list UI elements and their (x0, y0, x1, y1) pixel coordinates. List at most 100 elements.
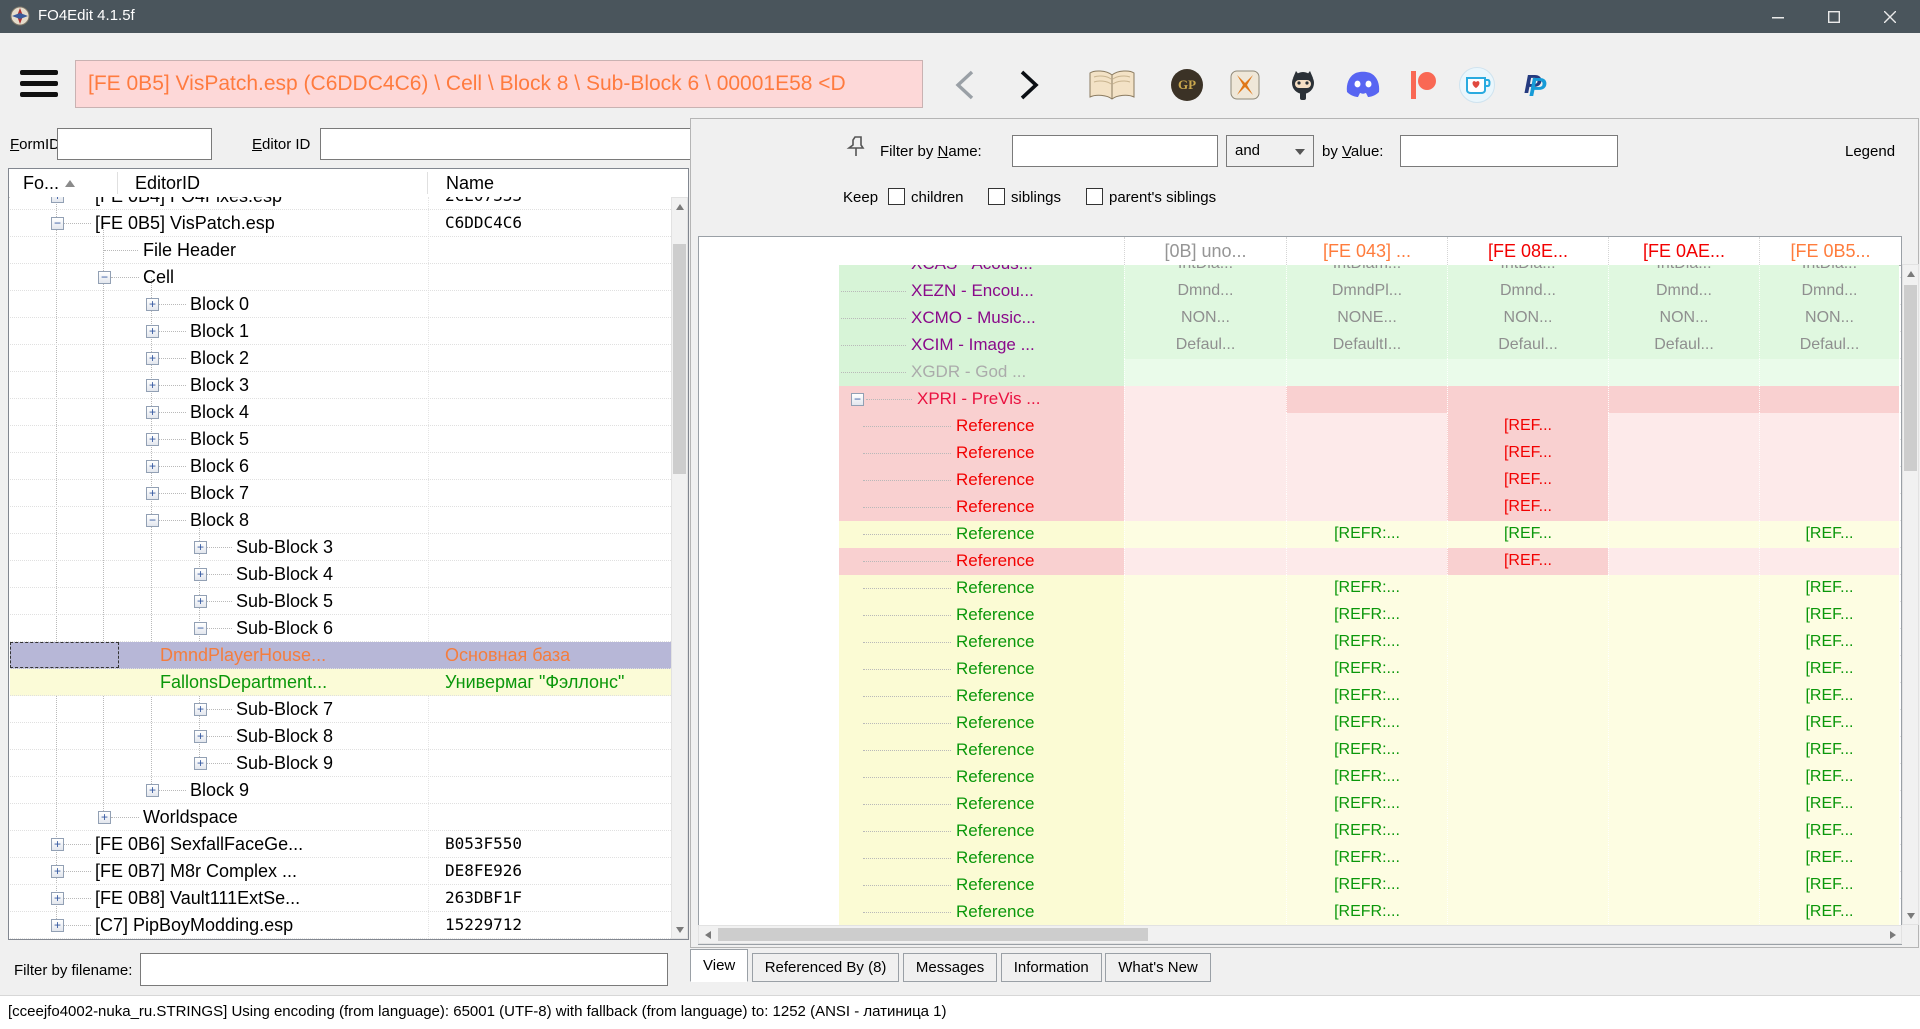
table-value-cell[interactable]: IntDia... (1608, 265, 1759, 278)
expand-icon[interactable]: + (146, 784, 159, 797)
expand-icon[interactable]: + (146, 298, 159, 311)
table-value-cell[interactable]: [REF... (1759, 818, 1899, 845)
table-value-cell[interactable] (1447, 899, 1608, 926)
table-value-cell[interactable]: [REF... (1447, 467, 1608, 494)
plugin-column-header[interactable]: [FE 043] ... (1286, 237, 1447, 265)
table-row[interactable]: Reference[REF... (699, 413, 1901, 440)
table-value-cell[interactable]: Defaul... (1759, 332, 1899, 359)
table-value-cell[interactable]: [REF... (1759, 899, 1899, 926)
tree-row[interactable]: +[FE 0B7] M8r Complex ...DE8FE926 (10, 858, 671, 885)
tree-row[interactable]: +Sub-Block 8 (10, 723, 671, 750)
table-value-cell[interactable]: [REFR:... (1286, 602, 1447, 629)
collapse-icon[interactable]: − (851, 393, 864, 406)
table-value-cell[interactable]: IntDia... (1447, 265, 1608, 278)
table-value-cell[interactable]: [REF... (1447, 440, 1608, 467)
table-value-cell[interactable] (1608, 386, 1759, 413)
keep-siblings-checkbox[interactable] (988, 188, 1005, 205)
expand-icon[interactable]: + (51, 892, 64, 905)
collapse-icon[interactable]: − (146, 514, 159, 527)
github-icon[interactable] (1284, 67, 1322, 103)
expand-icon[interactable]: + (146, 487, 159, 500)
tree-row[interactable]: +Block 7 (10, 480, 671, 507)
tree-row[interactable]: +Sub-Block 9 (10, 750, 671, 777)
table-value-cell[interactable] (1608, 575, 1759, 602)
table-value-cell[interactable] (1447, 710, 1608, 737)
table-value-cell[interactable] (1447, 602, 1608, 629)
tree-row[interactable]: DmndPlayerHouse...Основная база (10, 642, 671, 669)
table-value-cell[interactable] (1124, 737, 1286, 764)
table-value-cell[interactable] (1608, 521, 1759, 548)
table-value-cell[interactable] (1286, 386, 1447, 413)
table-value-cell[interactable]: NON... (1124, 305, 1286, 332)
table-value-cell[interactable] (1286, 548, 1447, 575)
expand-icon[interactable]: + (194, 730, 207, 743)
table-value-cell[interactable]: Dmnd... (1759, 278, 1899, 305)
table-value-cell[interactable] (1124, 602, 1286, 629)
table-row[interactable]: Reference[REFR:...[REF... (699, 818, 1901, 845)
keep-parents-siblings-checkbox[interactable] (1086, 188, 1103, 205)
tree-row[interactable]: +Block 4 (10, 399, 671, 426)
table-value-cell[interactable] (1608, 872, 1759, 899)
table-value-cell[interactable] (1286, 494, 1447, 521)
column-editorid[interactable]: EditorID (135, 173, 200, 194)
expand-icon[interactable]: + (98, 811, 111, 824)
table-value-cell[interactable] (1286, 413, 1447, 440)
table-row[interactable]: Reference[REF... (699, 440, 1901, 467)
legend-link[interactable]: Legend (1845, 143, 1895, 160)
table-value-cell[interactable] (1124, 899, 1286, 926)
table-row[interactable]: −XPRI - PreVis ... (699, 386, 1901, 413)
table-value-cell[interactable] (1608, 683, 1759, 710)
table-value-cell[interactable]: [REF... (1447, 494, 1608, 521)
table-value-cell[interactable]: [REFR:... (1286, 899, 1447, 926)
collapse-icon[interactable]: − (51, 217, 64, 230)
table-value-cell[interactable]: [REF... (1759, 602, 1899, 629)
table-value-cell[interactable] (1759, 467, 1899, 494)
table-value-cell[interactable] (1447, 575, 1608, 602)
table-row[interactable]: Reference[REFR:...[REF... (699, 629, 1901, 656)
table-value-cell[interactable] (1124, 710, 1286, 737)
table-row[interactable]: XCMO - Music...NON...NONE...NON...NON...… (699, 305, 1901, 332)
table-value-cell[interactable]: [REFR:... (1286, 710, 1447, 737)
table-value-cell[interactable]: [REFR:... (1286, 845, 1447, 872)
table-value-cell[interactable] (1124, 872, 1286, 899)
table-value-cell[interactable] (1447, 791, 1608, 818)
table-value-cell[interactable] (1447, 872, 1608, 899)
discord-icon[interactable] (1344, 67, 1382, 103)
table-value-cell[interactable] (1124, 413, 1286, 440)
table-row[interactable]: Reference[REFR:...[REF... (699, 575, 1901, 602)
table-value-cell[interactable]: IntDia... (1759, 265, 1899, 278)
table-value-cell[interactable] (1759, 359, 1899, 386)
table-horizontal-scrollbar[interactable] (698, 925, 1902, 944)
table-value-cell[interactable]: [REFR:... (1286, 575, 1447, 602)
table-row[interactable]: Reference[REFR:...[REF... (699, 845, 1901, 872)
expand-icon[interactable]: + (194, 757, 207, 770)
close-button[interactable] (1862, 0, 1918, 33)
table-value-cell[interactable]: [REF... (1759, 683, 1899, 710)
table-value-cell[interactable]: [REFR:... (1286, 656, 1447, 683)
tab-whats-new[interactable]: What's New (1105, 953, 1211, 982)
table-value-cell[interactable]: [REFR:... (1286, 521, 1447, 548)
expand-icon[interactable]: + (194, 703, 207, 716)
table-value-cell[interactable]: [REF... (1447, 521, 1608, 548)
table-value-cell[interactable]: [REFR:... (1286, 791, 1447, 818)
table-value-cell[interactable]: DmndPl... (1286, 278, 1447, 305)
manual-book-icon[interactable] (1086, 67, 1138, 103)
expand-icon[interactable]: + (146, 460, 159, 473)
gamerpoets-icon[interactable]: GP (1168, 67, 1206, 103)
table-value-cell[interactable]: [REF... (1759, 575, 1899, 602)
table-value-cell[interactable] (1608, 710, 1759, 737)
table-value-cell[interactable] (1124, 548, 1286, 575)
table-value-cell[interactable] (1759, 494, 1899, 521)
expand-icon[interactable]: + (51, 197, 64, 203)
table-value-cell[interactable] (1447, 818, 1608, 845)
tab-information[interactable]: Information (1001, 953, 1102, 982)
table-value-cell[interactable] (1447, 386, 1608, 413)
table-value-cell[interactable] (1447, 737, 1608, 764)
expand-icon[interactable]: + (51, 865, 64, 878)
table-row[interactable]: XEZN - Encou...Dmnd...DmndPl...Dmnd...Dm… (699, 278, 1901, 305)
xedit-icon[interactable] (1226, 67, 1264, 103)
table-row[interactable]: Reference[REFR:...[REF... (699, 899, 1901, 926)
pin-icon[interactable] (846, 134, 866, 158)
table-value-cell[interactable] (1124, 656, 1286, 683)
filename-filter-input[interactable] (140, 953, 668, 986)
